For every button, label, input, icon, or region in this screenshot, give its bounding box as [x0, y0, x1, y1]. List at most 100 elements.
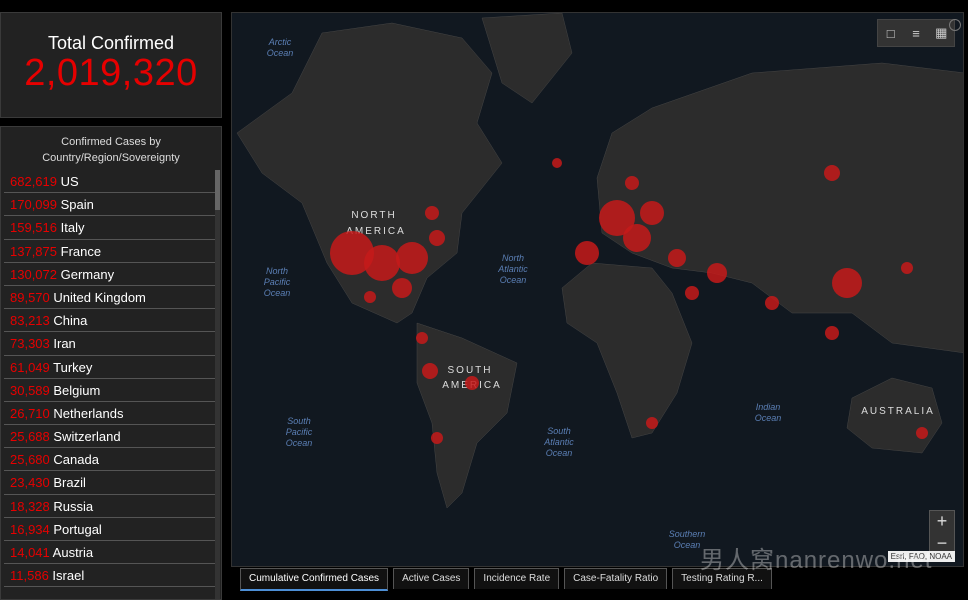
country-name: Canada	[53, 452, 99, 468]
case-bubble	[623, 224, 651, 252]
landmass-south-america	[416, 322, 518, 509]
ocean-label-south-pacific: South Pacific Ocean	[286, 416, 313, 448]
settings-icon[interactable]	[949, 19, 961, 31]
svg-text:Pacific: Pacific	[286, 427, 313, 437]
svg-text:Southern: Southern	[669, 529, 706, 539]
total-confirmed-title: Total Confirmed	[47, 33, 175, 53]
country-name: Brazil	[53, 475, 86, 491]
tab-incidence-rate[interactable]: Incidence Rate	[474, 568, 560, 589]
country-case-count: 83,213	[10, 313, 50, 329]
country-name: France	[60, 243, 102, 259]
country-case-count: 25,680	[10, 452, 50, 468]
country-name: Austria	[52, 545, 94, 560]
country-row[interactable]: 130,072 Germany	[4, 263, 216, 286]
country-name: Israel	[52, 568, 85, 584]
svg-text:Ocean: Ocean	[267, 48, 294, 58]
country-name: Netherlands	[53, 405, 124, 421]
case-bubble	[901, 262, 913, 274]
country-case-count: 30,589	[10, 382, 50, 398]
country-row[interactable]: 89,570 United Kingdom	[4, 286, 216, 310]
country-case-count: 61,049	[10, 359, 50, 375]
country-row[interactable]: 23,430 Brazil	[4, 471, 216, 495]
country-name: Spain	[60, 197, 94, 213]
country-row[interactable]: 25,688 Switzerland	[4, 425, 216, 449]
map-view[interactable]: Arctic Ocean North Pacific Ocean North A…	[231, 12, 964, 567]
country-name: US	[60, 174, 79, 189]
case-bubble	[364, 291, 376, 303]
country-row[interactable]: 14,041 Austria	[4, 541, 216, 565]
ocean-label-north-pacific: North Pacific Ocean	[264, 266, 291, 298]
country-row[interactable]: 25,680 Canada	[4, 448, 216, 472]
country-case-count: 11,586	[10, 568, 49, 584]
ocean-label-arctic: Arctic Ocean	[267, 37, 294, 58]
country-name: Italy	[60, 220, 85, 236]
landmass-africa	[561, 262, 693, 439]
svg-text:Arctic: Arctic	[268, 37, 292, 47]
case-bubble	[575, 241, 599, 265]
country-row[interactable]: 11,586 Israel	[4, 564, 216, 588]
landmass-greenland	[481, 13, 573, 104]
svg-text:South: South	[547, 426, 571, 436]
case-bubble	[396, 242, 428, 274]
case-bubble	[431, 432, 443, 444]
svg-text:South: South	[287, 416, 311, 426]
tab-case-fatality-ratio[interactable]: Case-Fatality Ratio	[564, 568, 668, 589]
map-tabs: Cumulative Confirmed Cases Active Cases …	[240, 568, 777, 591]
svg-text:Ocean: Ocean	[500, 275, 527, 285]
case-bubble	[364, 245, 400, 281]
total-confirmed-value: 2,019,320	[24, 52, 198, 94]
legend-icon[interactable]: ≡	[906, 26, 926, 41]
world-map[interactable]: Arctic Ocean North Pacific Ocean North A…	[232, 13, 964, 567]
svg-text:Pacific: Pacific	[264, 277, 291, 287]
country-case-count: 89,570	[10, 289, 50, 305]
country-row[interactable]: 18,328 Russia	[4, 495, 216, 518]
country-case-count: 23,430	[10, 475, 50, 491]
country-list-panel: Confirmed Cases by Country/Region/Sovere…	[0, 126, 222, 600]
svg-text:Ocean: Ocean	[674, 540, 701, 550]
case-bubble	[392, 278, 412, 298]
continent-label-australia: AUSTRALIA	[861, 406, 933, 417]
list-header-line1: Confirmed Cases by	[61, 136, 161, 148]
country-row[interactable]: 83,213 China	[4, 309, 216, 333]
country-row[interactable]: 30,589 Belgium	[4, 379, 216, 402]
country-case-count: 18,328	[10, 498, 50, 514]
country-row[interactable]: 61,049 Turkey	[4, 356, 216, 379]
country-name: United Kingdom	[53, 289, 146, 305]
case-bubble	[707, 263, 727, 283]
svg-text:Indian: Indian	[756, 402, 781, 412]
tab-active-cases[interactable]: Active Cases	[393, 568, 470, 589]
country-row[interactable]: 682,619 US	[4, 170, 216, 194]
svg-text:North: North	[266, 266, 288, 276]
country-case-count: 73,303	[10, 336, 50, 352]
country-case-count: 14,041	[10, 545, 50, 560]
country-row[interactable]: 73,303 Iran	[4, 332, 216, 356]
country-case-count: 137,875	[10, 243, 57, 259]
svg-text:SOUTH: SOUTH	[448, 365, 493, 376]
case-bubble	[832, 268, 862, 298]
qr-icon[interactable]: ▦	[931, 25, 951, 41]
country-row[interactable]: 137,875 France	[4, 240, 216, 263]
case-bubble	[916, 427, 928, 439]
country-row[interactable]: 16,934 Portugal	[4, 518, 216, 541]
svg-text:Ocean: Ocean	[286, 438, 313, 448]
country-row[interactable]: 170,099 Spain	[4, 193, 216, 217]
case-bubble	[640, 201, 664, 225]
svg-text:North: North	[502, 253, 524, 263]
svg-text:NORTH: NORTH	[351, 210, 396, 221]
country-row[interactable]: 26,710 Netherlands	[4, 402, 216, 426]
country-name: Turkey	[53, 359, 93, 375]
svg-text:Ocean: Ocean	[755, 413, 782, 423]
list-scrollbar-thumb[interactable]	[215, 170, 220, 210]
case-bubble	[668, 249, 686, 267]
list-scrollbar[interactable]	[215, 170, 220, 599]
country-name: Switzerland	[53, 429, 121, 445]
list-header-line2: Country/Region/Sovereignty	[42, 152, 180, 164]
bookmark-icon[interactable]: □	[881, 26, 901, 41]
country-list: 682,619 US 170,099 Spain 159,516 Italy 137,…	[4, 170, 216, 588]
case-bubble	[824, 165, 840, 181]
zoom-in-button[interactable]: +	[930, 511, 954, 533]
country-row[interactable]: 159,516 Italy	[4, 216, 216, 240]
tab-cumulative-confirmed[interactable]: Cumulative Confirmed Cases	[240, 568, 389, 591]
country-name: Iran	[53, 336, 76, 352]
ocean-label-south-atlantic: South Atlantic Ocean	[543, 426, 574, 458]
